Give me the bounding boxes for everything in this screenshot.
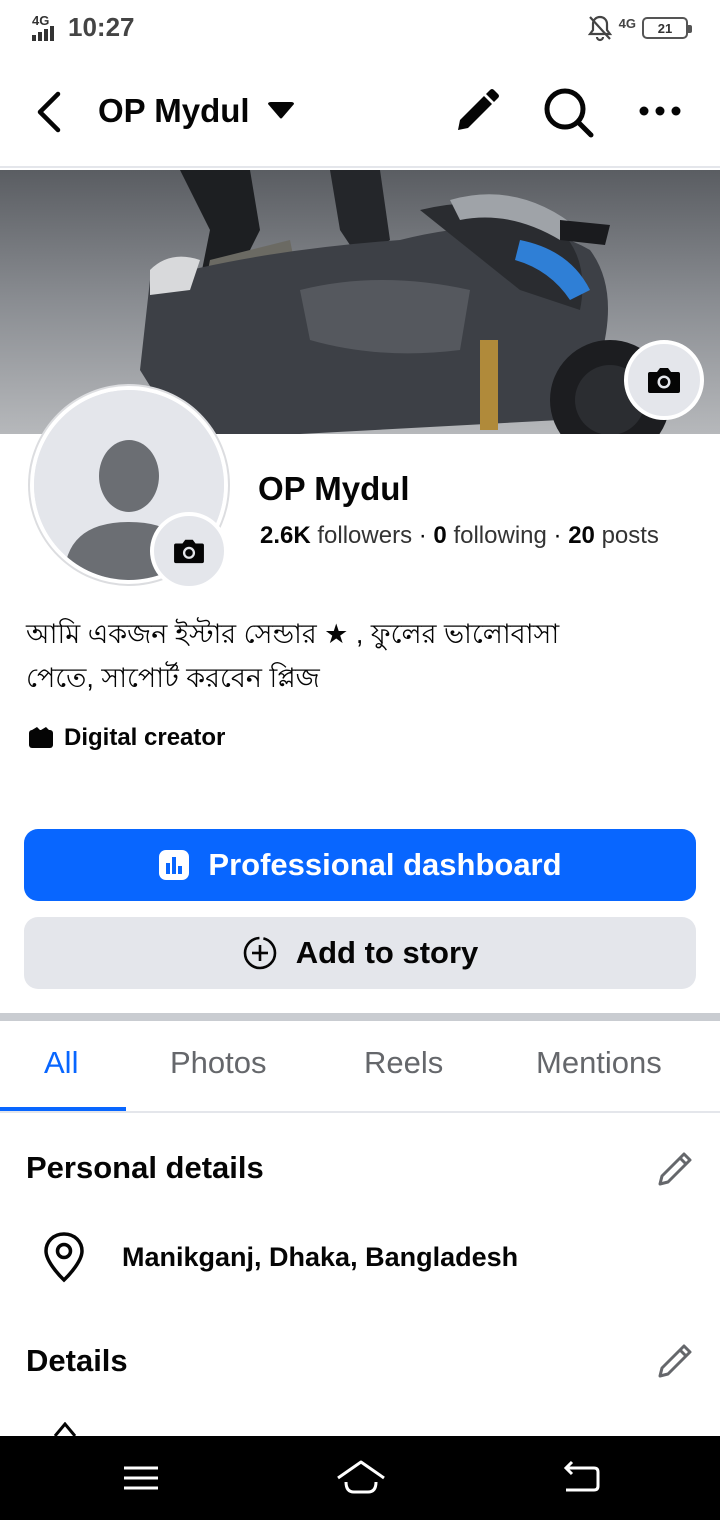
avatar-camera-button[interactable] bbox=[150, 512, 228, 590]
dashboard-icon bbox=[159, 850, 190, 880]
profile-category: Digital creator bbox=[28, 724, 225, 752]
tab-mentions[interactable]: Mentions bbox=[536, 1045, 662, 1081]
search-icon[interactable] bbox=[540, 84, 596, 140]
bio-line: আমি একজন ইস্টার সেন্ডার ★ , ফুলের ভালোবা… bbox=[26, 619, 560, 649]
system-nav-bar bbox=[0, 1436, 720, 1520]
menu-icon[interactable] bbox=[116, 1456, 166, 1500]
section-divider bbox=[0, 1013, 720, 1021]
edit-details-icon[interactable] bbox=[654, 1338, 698, 1382]
posts-count: 20 bbox=[568, 522, 595, 549]
network-type-right: 4G bbox=[618, 15, 636, 31]
tab-photos[interactable]: Photos bbox=[170, 1045, 267, 1081]
professional-dashboard-label: Professional dashboard bbox=[208, 847, 562, 882]
following-label[interactable]: following bbox=[453, 522, 546, 549]
clock: 10:27 bbox=[68, 12, 135, 42]
battery-level: 21 bbox=[657, 20, 673, 36]
posts-label: posts bbox=[601, 522, 659, 549]
clapperboard-icon bbox=[29, 727, 53, 748]
following-count[interactable]: 0 bbox=[433, 522, 446, 549]
bell-muted-icon bbox=[587, 15, 612, 42]
more-icon[interactable] bbox=[636, 94, 684, 128]
pencil-icon[interactable] bbox=[450, 86, 502, 138]
bio-line: পেতে, সাপোর্ট করবেন প্লিজ bbox=[26, 663, 320, 693]
add-to-story-label: Add to story bbox=[295, 935, 479, 970]
followers-label[interactable]: followers bbox=[317, 522, 412, 549]
details-title: Details bbox=[26, 1343, 128, 1378]
back-icon[interactable] bbox=[28, 86, 72, 138]
add-circle-icon bbox=[243, 936, 277, 970]
home-icon[interactable] bbox=[334, 1456, 388, 1500]
detail-row-icon bbox=[53, 1422, 77, 1436]
profile-name: OP Mydul bbox=[258, 470, 410, 507]
page-title[interactable]: OP Mydul bbox=[98, 92, 250, 130]
separator: · bbox=[418, 522, 434, 549]
location-text: Manikganj, Dhaka, Bangladesh bbox=[122, 1241, 519, 1272]
edit-personal-details-icon[interactable] bbox=[654, 1146, 698, 1190]
separator: · bbox=[553, 522, 569, 549]
top-header: OP Mydul bbox=[0, 56, 720, 168]
profile-bio: আমি একজন ইস্টার সেন্ডার ★ , ফুলের ভালোবা… bbox=[26, 612, 706, 700]
battery-icon: 21 bbox=[642, 17, 692, 39]
camera-icon bbox=[174, 539, 204, 564]
location-pin-icon bbox=[44, 1232, 84, 1283]
category-label: Digital creator bbox=[64, 724, 226, 751]
signal-icon: 4G bbox=[30, 13, 60, 43]
professional-dashboard-button[interactable]: Professional dashboard bbox=[24, 829, 696, 901]
caret-down-icon[interactable] bbox=[266, 100, 296, 122]
camera-icon bbox=[648, 368, 680, 393]
personal-details-title: Personal details bbox=[26, 1150, 264, 1185]
tab-reels[interactable]: Reels bbox=[364, 1045, 443, 1081]
location-row: Manikganj, Dhaka, Bangladesh bbox=[42, 1230, 518, 1284]
profile-stats: 2.6K followers · 0 following · 20 posts bbox=[260, 522, 659, 550]
followers-count[interactable]: 2.6K bbox=[260, 522, 311, 549]
active-tab-indicator bbox=[0, 1107, 126, 1111]
tab-all[interactable]: All bbox=[44, 1045, 78, 1081]
status-bar: 4G 10:27 4G 21 bbox=[0, 0, 720, 56]
add-to-story-button[interactable]: Add to story bbox=[24, 917, 696, 989]
content-tabs: All Photos Reels Mentions bbox=[0, 1021, 720, 1113]
back-nav-icon[interactable] bbox=[556, 1456, 606, 1500]
cover-camera-button[interactable] bbox=[624, 340, 704, 420]
